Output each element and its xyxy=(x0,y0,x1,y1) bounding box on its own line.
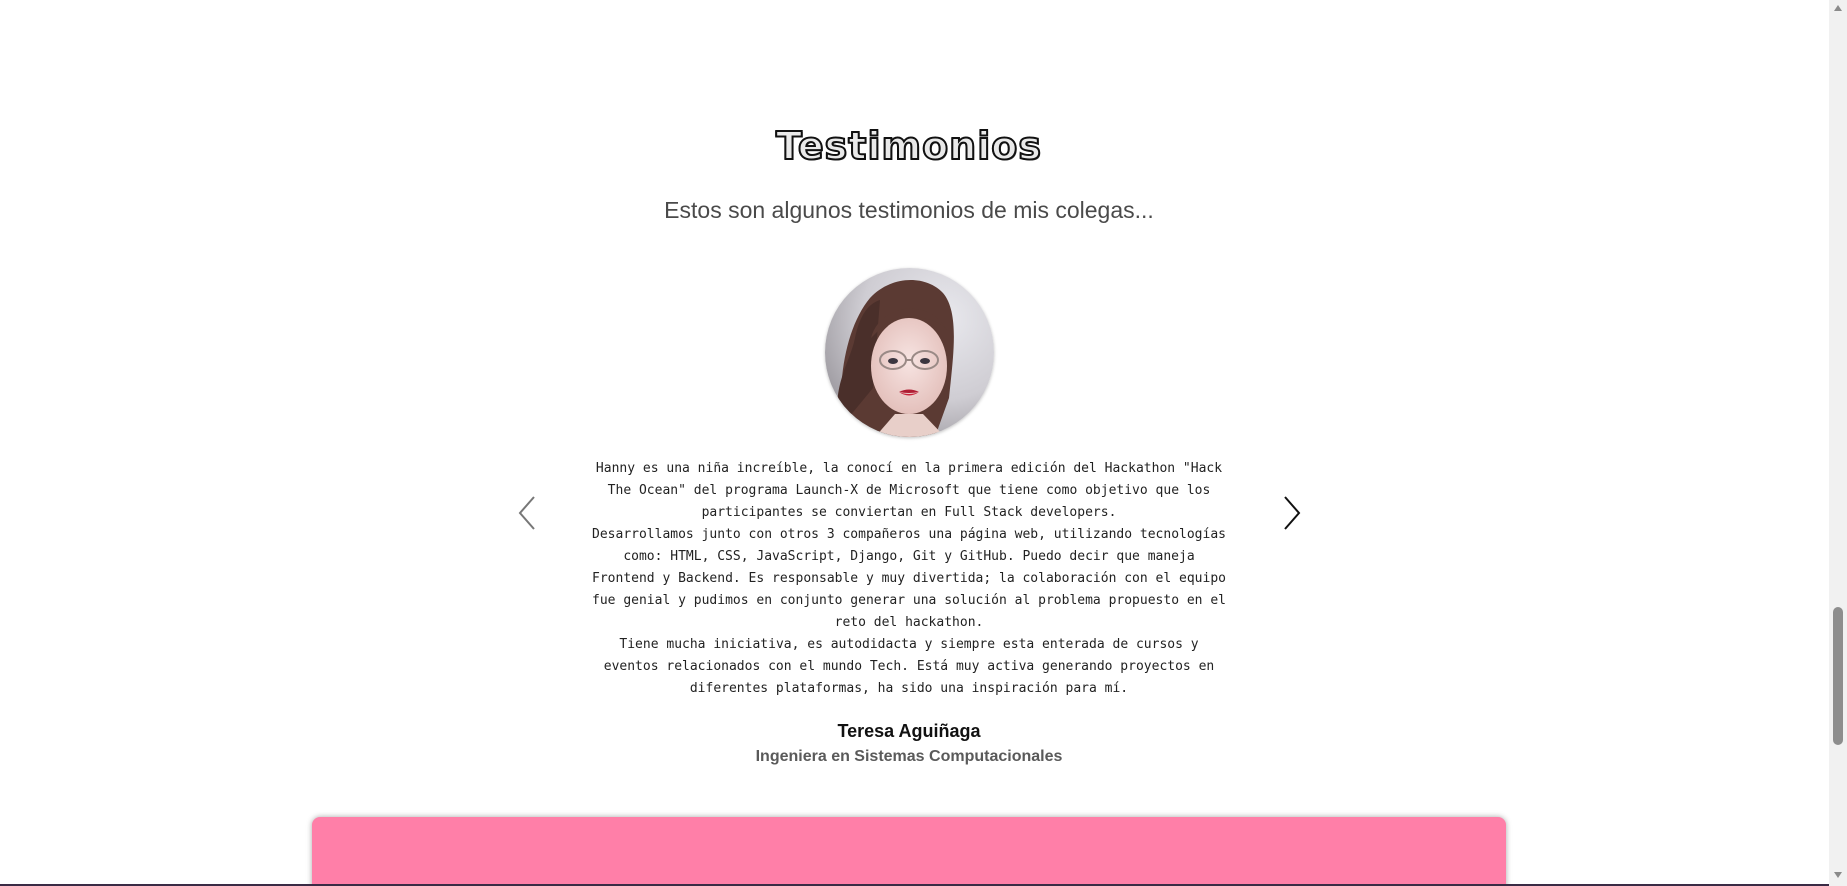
author-name: Teresa Aguiñaga xyxy=(837,721,981,741)
section-title: Testimonios xyxy=(775,123,1042,169)
carousel-next-button[interactable] xyxy=(1272,490,1312,536)
quote-paragraph: Desarrollamos junto con otros 3 compañer… xyxy=(592,527,1226,630)
scrollbar-thumb[interactable] xyxy=(1833,607,1843,745)
chevron-left-icon xyxy=(518,496,535,530)
page: Testimonios Estos son algunos testimonio… xyxy=(0,0,1829,886)
section-subtitle: Estos son algunos testimonios de mis col… xyxy=(664,197,1154,223)
quote-paragraph: Hanny es una niña increíble, la conocí e… xyxy=(595,461,1223,520)
next-section-card xyxy=(312,817,1506,886)
scroll-up-icon[interactable] xyxy=(1834,5,1842,11)
author-avatar xyxy=(825,268,994,437)
testimonial-quote: Hanny es una niña increíble, la conocí e… xyxy=(590,458,1228,700)
author-role: Ingeniera en Sistemas Computacionales xyxy=(755,748,1063,765)
vertical-scrollbar[interactable] xyxy=(1829,0,1847,886)
quote-paragraph: Tiene mucha iniciativa, es autodidacta y… xyxy=(603,637,1215,696)
carousel-prev-button[interactable] xyxy=(507,490,547,536)
scroll-down-icon[interactable] xyxy=(1834,872,1842,878)
chevron-right-icon xyxy=(1284,496,1301,530)
